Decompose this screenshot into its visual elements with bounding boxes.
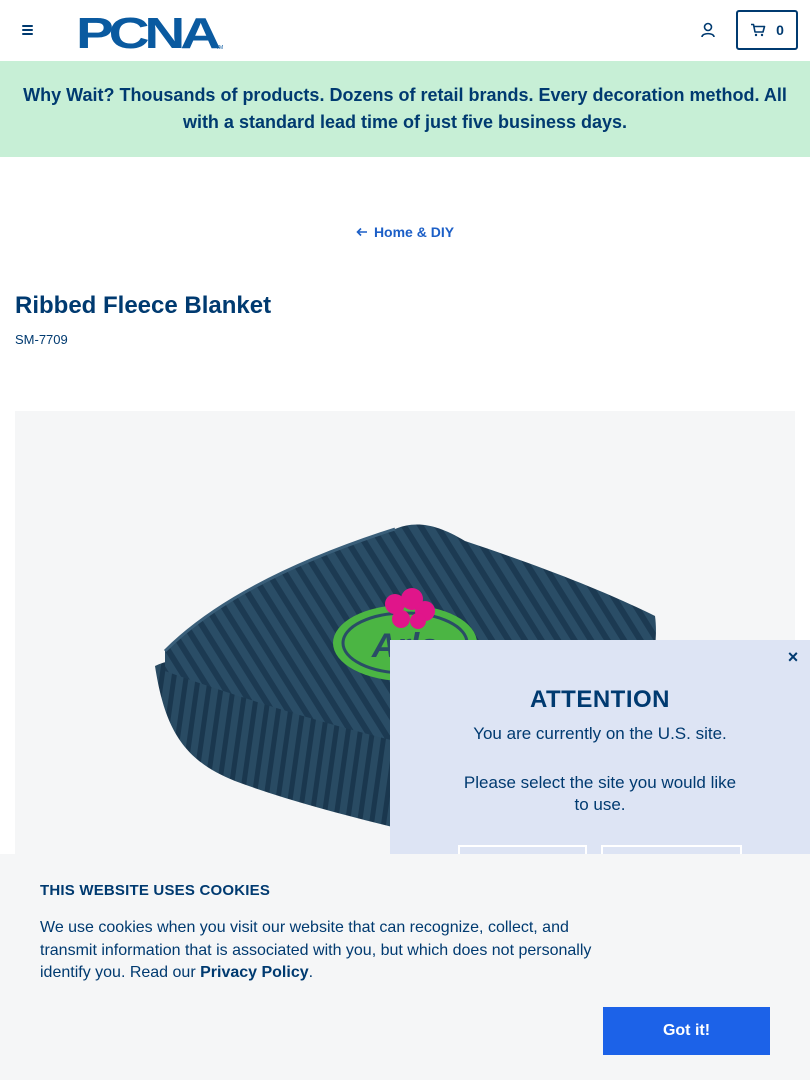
pcna-logo[interactable]: PCNA TM: [76, 10, 224, 50]
breadcrumb-link-home-diy[interactable]: Home & DIY: [374, 224, 454, 240]
arrow-left-icon: [356, 227, 367, 237]
attention-title: ATTENTION: [529, 686, 671, 713]
close-icon[interactable]: ×: [784, 648, 802, 666]
cookie-banner: THIS WEBSITE USES COOKIES We use cookies…: [0, 854, 810, 1080]
cart-button[interactable]: 0: [736, 10, 798, 50]
svg-text:TM: TM: [216, 45, 223, 50]
cookie-body-period: .: [308, 964, 314, 981]
current-site-text: You are currently on the U.S. site.: [473, 724, 727, 743]
cookie-body: We use cookies when you visit our websit…: [40, 917, 605, 985]
breadcrumb: Home & DIY: [0, 224, 810, 240]
promo-banner: Why Wait? Thousands of products. Dozens …: [0, 61, 810, 157]
site-header: PCNA TM 0: [0, 0, 810, 61]
product-sku: SM-7709: [15, 332, 68, 347]
logo-text: PCNA: [76, 10, 220, 50]
cookie-body-text: We use cookies when you visit our websit…: [40, 919, 592, 981]
privacy-policy-link[interactable]: Privacy Policy: [200, 964, 309, 981]
promo-text: Why Wait? Thousands of products. Dozens …: [23, 85, 787, 132]
product-title: Ribbed Fleece Blanket: [15, 292, 272, 319]
select-site-prompt: Please select the site you would like to…: [463, 773, 737, 814]
hamburger-menu-icon[interactable]: [18, 20, 38, 40]
got-it-button[interactable]: Got it!: [603, 1007, 770, 1055]
account-icon[interactable]: [698, 20, 718, 40]
cookie-title: THIS WEBSITE USES COOKIES: [40, 882, 271, 899]
cart-icon: [751, 23, 766, 37]
cart-count: 0: [776, 22, 784, 38]
